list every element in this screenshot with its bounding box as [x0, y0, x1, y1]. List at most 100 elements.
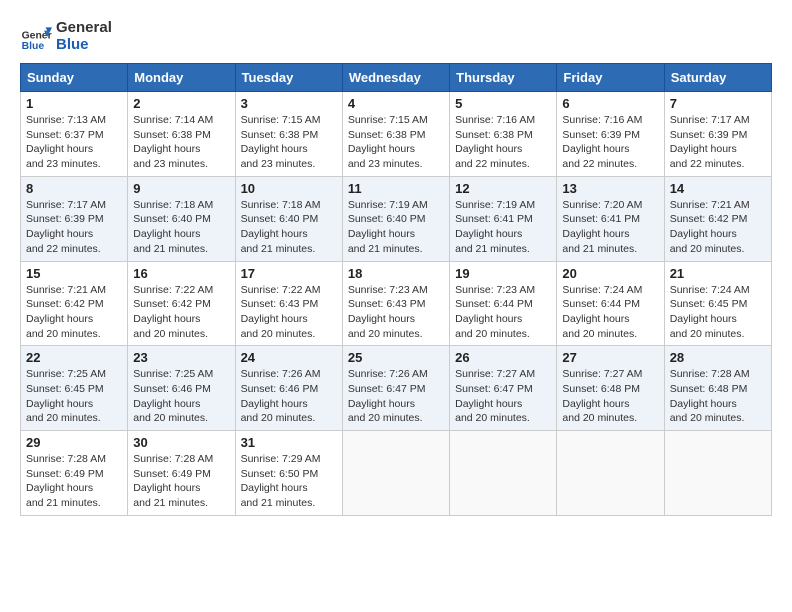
calendar-cell: 27 Sunrise: 7:27 AM Sunset: 6:48 PM Dayl… [557, 346, 664, 431]
day-info: Sunrise: 7:15 AM Sunset: 6:38 PM Dayligh… [348, 113, 444, 172]
calendar-cell: 11 Sunrise: 7:19 AM Sunset: 6:40 PM Dayl… [342, 176, 449, 261]
calendar-cell: 26 Sunrise: 7:27 AM Sunset: 6:47 PM Dayl… [450, 346, 557, 431]
calendar-cell: 21 Sunrise: 7:24 AM Sunset: 6:45 PM Dayl… [664, 261, 771, 346]
day-number: 11 [348, 181, 444, 196]
calendar-cell: 24 Sunrise: 7:26 AM Sunset: 6:46 PM Dayl… [235, 346, 342, 431]
day-number: 9 [133, 181, 229, 196]
calendar-cell: 3 Sunrise: 7:15 AM Sunset: 6:38 PM Dayli… [235, 92, 342, 177]
calendar-cell [450, 431, 557, 516]
day-info: Sunrise: 7:16 AM Sunset: 6:38 PM Dayligh… [455, 113, 551, 172]
calendar-cell: 29 Sunrise: 7:28 AM Sunset: 6:49 PM Dayl… [21, 431, 128, 516]
calendar-cell: 22 Sunrise: 7:25 AM Sunset: 6:45 PM Dayl… [21, 346, 128, 431]
calendar-body: 1 Sunrise: 7:13 AM Sunset: 6:37 PM Dayli… [21, 92, 772, 516]
day-info: Sunrise: 7:19 AM Sunset: 6:40 PM Dayligh… [348, 198, 444, 257]
calendar-week-row: 1 Sunrise: 7:13 AM Sunset: 6:37 PM Dayli… [21, 92, 772, 177]
day-number: 14 [670, 181, 766, 196]
calendar-cell: 2 Sunrise: 7:14 AM Sunset: 6:38 PM Dayli… [128, 92, 235, 177]
day-info: Sunrise: 7:28 AM Sunset: 6:49 PM Dayligh… [26, 452, 122, 511]
day-number: 13 [562, 181, 658, 196]
day-number: 21 [670, 266, 766, 281]
calendar-day-header: Wednesday [342, 64, 449, 92]
calendar-cell: 10 Sunrise: 7:18 AM Sunset: 6:40 PM Dayl… [235, 176, 342, 261]
day-number: 22 [26, 350, 122, 365]
calendar-week-row: 8 Sunrise: 7:17 AM Sunset: 6:39 PM Dayli… [21, 176, 772, 261]
calendar-cell: 7 Sunrise: 7:17 AM Sunset: 6:39 PM Dayli… [664, 92, 771, 177]
day-info: Sunrise: 7:21 AM Sunset: 6:42 PM Dayligh… [26, 283, 122, 342]
calendar-day-header: Monday [128, 64, 235, 92]
day-info: Sunrise: 7:22 AM Sunset: 6:42 PM Dayligh… [133, 283, 229, 342]
calendar-day-header: Tuesday [235, 64, 342, 92]
day-number: 29 [26, 435, 122, 450]
calendar-cell: 28 Sunrise: 7:28 AM Sunset: 6:48 PM Dayl… [664, 346, 771, 431]
calendar-cell [557, 431, 664, 516]
day-number: 26 [455, 350, 551, 365]
calendar-cell: 30 Sunrise: 7:28 AM Sunset: 6:49 PM Dayl… [128, 431, 235, 516]
calendar-cell: 9 Sunrise: 7:18 AM Sunset: 6:40 PM Dayli… [128, 176, 235, 261]
day-number: 31 [241, 435, 337, 450]
calendar-cell: 25 Sunrise: 7:26 AM Sunset: 6:47 PM Dayl… [342, 346, 449, 431]
calendar-cell: 6 Sunrise: 7:16 AM Sunset: 6:39 PM Dayli… [557, 92, 664, 177]
day-info: Sunrise: 7:22 AM Sunset: 6:43 PM Dayligh… [241, 283, 337, 342]
calendar-cell: 12 Sunrise: 7:19 AM Sunset: 6:41 PM Dayl… [450, 176, 557, 261]
day-info: Sunrise: 7:13 AM Sunset: 6:37 PM Dayligh… [26, 113, 122, 172]
day-number: 20 [562, 266, 658, 281]
day-info: Sunrise: 7:17 AM Sunset: 6:39 PM Dayligh… [670, 113, 766, 172]
day-info: Sunrise: 7:14 AM Sunset: 6:38 PM Dayligh… [133, 113, 229, 172]
calendar-cell: 13 Sunrise: 7:20 AM Sunset: 6:41 PM Dayl… [557, 176, 664, 261]
day-info: Sunrise: 7:26 AM Sunset: 6:46 PM Dayligh… [241, 367, 337, 426]
calendar-table: SundayMondayTuesdayWednesdayThursdayFrid… [20, 63, 772, 516]
day-number: 23 [133, 350, 229, 365]
day-info: Sunrise: 7:18 AM Sunset: 6:40 PM Dayligh… [133, 198, 229, 257]
calendar-header-row: SundayMondayTuesdayWednesdayThursdayFrid… [21, 64, 772, 92]
calendar-cell [342, 431, 449, 516]
calendar-cell [664, 431, 771, 516]
calendar-cell: 15 Sunrise: 7:21 AM Sunset: 6:42 PM Dayl… [21, 261, 128, 346]
day-number: 3 [241, 96, 337, 111]
day-number: 19 [455, 266, 551, 281]
calendar-cell: 5 Sunrise: 7:16 AM Sunset: 6:38 PM Dayli… [450, 92, 557, 177]
calendar-cell: 31 Sunrise: 7:29 AM Sunset: 6:50 PM Dayl… [235, 431, 342, 516]
day-number: 17 [241, 266, 337, 281]
day-number: 12 [455, 181, 551, 196]
day-number: 8 [26, 181, 122, 196]
day-info: Sunrise: 7:29 AM Sunset: 6:50 PM Dayligh… [241, 452, 337, 511]
day-info: Sunrise: 7:23 AM Sunset: 6:44 PM Dayligh… [455, 283, 551, 342]
day-number: 27 [562, 350, 658, 365]
day-number: 30 [133, 435, 229, 450]
day-number: 25 [348, 350, 444, 365]
day-number: 24 [241, 350, 337, 365]
day-info: Sunrise: 7:15 AM Sunset: 6:38 PM Dayligh… [241, 113, 337, 172]
logo-blue: Blue [56, 37, 112, 54]
svg-text:Blue: Blue [22, 41, 45, 52]
calendar-day-header: Thursday [450, 64, 557, 92]
calendar-cell: 19 Sunrise: 7:23 AM Sunset: 6:44 PM Dayl… [450, 261, 557, 346]
calendar-cell: 14 Sunrise: 7:21 AM Sunset: 6:42 PM Dayl… [664, 176, 771, 261]
calendar-cell: 8 Sunrise: 7:17 AM Sunset: 6:39 PM Dayli… [21, 176, 128, 261]
day-number: 28 [670, 350, 766, 365]
calendar-day-header: Sunday [21, 64, 128, 92]
day-info: Sunrise: 7:20 AM Sunset: 6:41 PM Dayligh… [562, 198, 658, 257]
calendar-day-header: Friday [557, 64, 664, 92]
calendar-cell: 17 Sunrise: 7:22 AM Sunset: 6:43 PM Dayl… [235, 261, 342, 346]
day-info: Sunrise: 7:25 AM Sunset: 6:46 PM Dayligh… [133, 367, 229, 426]
day-number: 2 [133, 96, 229, 111]
day-number: 4 [348, 96, 444, 111]
day-number: 7 [670, 96, 766, 111]
calendar-week-row: 15 Sunrise: 7:21 AM Sunset: 6:42 PM Dayl… [21, 261, 772, 346]
day-number: 15 [26, 266, 122, 281]
calendar-day-header: Saturday [664, 64, 771, 92]
day-info: Sunrise: 7:28 AM Sunset: 6:48 PM Dayligh… [670, 367, 766, 426]
calendar-cell: 16 Sunrise: 7:22 AM Sunset: 6:42 PM Dayl… [128, 261, 235, 346]
logo-icon: General Blue [20, 21, 52, 53]
day-number: 16 [133, 266, 229, 281]
day-info: Sunrise: 7:17 AM Sunset: 6:39 PM Dayligh… [26, 198, 122, 257]
day-info: Sunrise: 7:16 AM Sunset: 6:39 PM Dayligh… [562, 113, 658, 172]
page-header: General Blue General Blue [20, 20, 772, 53]
calendar-cell: 18 Sunrise: 7:23 AM Sunset: 6:43 PM Dayl… [342, 261, 449, 346]
calendar-week-row: 22 Sunrise: 7:25 AM Sunset: 6:45 PM Dayl… [21, 346, 772, 431]
day-number: 6 [562, 96, 658, 111]
calendar-week-row: 29 Sunrise: 7:28 AM Sunset: 6:49 PM Dayl… [21, 431, 772, 516]
day-info: Sunrise: 7:24 AM Sunset: 6:45 PM Dayligh… [670, 283, 766, 342]
calendar-cell: 23 Sunrise: 7:25 AM Sunset: 6:46 PM Dayl… [128, 346, 235, 431]
day-info: Sunrise: 7:18 AM Sunset: 6:40 PM Dayligh… [241, 198, 337, 257]
